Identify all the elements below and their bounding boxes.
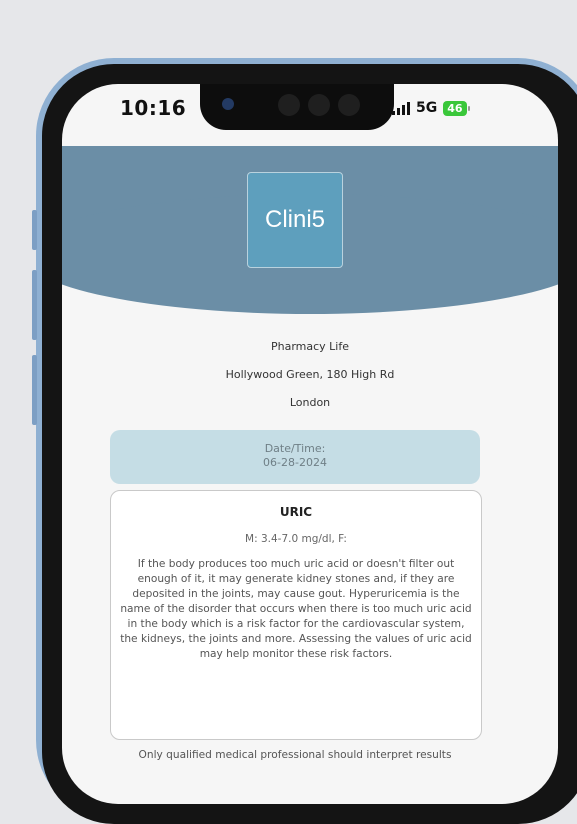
phone-screen: 10:16 5G 46 Clini5 Pharmacy Life Hollywo…: [62, 84, 558, 804]
side-button: [32, 355, 37, 425]
pharmacy-address: Hollywood Green, 180 High Rd: [225, 368, 395, 381]
sensor-icon: [308, 94, 330, 116]
date-time-box: Date/Time: 06-28-2024: [110, 430, 480, 484]
date-time-value: 06-28-2024: [263, 456, 327, 469]
pharmacy-city: London: [289, 396, 331, 409]
dynamic-island: [200, 84, 394, 130]
status-indicators: 5G 46: [392, 100, 470, 116]
sensor-icon: [338, 94, 360, 116]
side-button: [32, 270, 37, 340]
logo-text: Clini5: [264, 206, 326, 233]
date-time-label: Date/Time:: [264, 442, 326, 455]
app-logo: Clini5: [247, 172, 343, 268]
status-time: 10:16: [120, 96, 187, 120]
battery-icon: 46: [443, 100, 470, 116]
test-reference-range: M: 3.4-7.0 mg/dl, F:: [245, 533, 347, 545]
test-result-card: URIC M: 3.4-7.0 mg/dl, F: If the body pr…: [110, 490, 482, 740]
test-title: URIC: [279, 505, 313, 519]
test-description: If the body produces too much uric acid …: [120, 558, 472, 660]
signal-icon: [392, 101, 410, 115]
pharmacy-name: Pharmacy Life: [270, 340, 349, 353]
network-label: 5G: [416, 100, 438, 116]
side-button: [32, 210, 37, 250]
camera-icon: [222, 98, 234, 110]
sensor-icon: [278, 94, 300, 116]
disclaimer-note: Only qualified medical professional shou…: [138, 749, 452, 761]
